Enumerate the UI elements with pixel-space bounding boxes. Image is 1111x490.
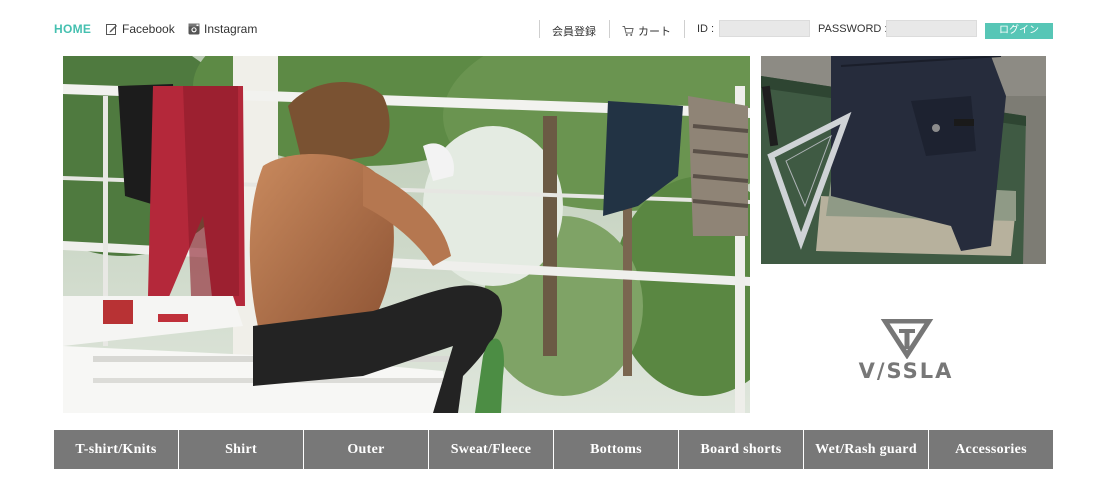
category-outer[interactable]: Outer	[304, 430, 429, 469]
password-input[interactable]	[886, 20, 977, 37]
divider	[609, 20, 610, 38]
category-shirt[interactable]: Shirt	[179, 430, 304, 469]
password-label: PASSWORD :	[818, 23, 888, 35]
id-input[interactable]	[719, 20, 810, 37]
divider	[539, 20, 540, 38]
category-sweat-fleece[interactable]: Sweat/Fleece	[429, 430, 554, 469]
divider	[684, 20, 685, 38]
category-tshirt-knits[interactable]: T-shirt/Knits	[54, 430, 179, 469]
home-link[interactable]: HOME	[54, 22, 91, 36]
facebook-label: Facebook	[122, 22, 175, 36]
category-board-shorts[interactable]: Board shorts	[679, 430, 804, 469]
category-accessories[interactable]: Accessories	[929, 430, 1053, 469]
cart-label: カート	[638, 26, 671, 38]
instagram-icon	[188, 23, 200, 35]
instagram-link[interactable]: Instagram	[188, 22, 257, 36]
facebook-link[interactable]: Facebook	[106, 22, 175, 36]
category-nav: T-shirt/Knits Shirt Outer Sweat/Fleece B…	[54, 430, 1053, 469]
category-wet-rash-guard[interactable]: Wet/Rash guard	[804, 430, 929, 469]
product-image	[761, 56, 1046, 264]
hero-image	[63, 56, 750, 413]
login-button[interactable]: ログイン	[985, 23, 1053, 39]
product-photo	[761, 56, 1046, 264]
edit-icon	[106, 24, 117, 35]
instagram-label: Instagram	[204, 22, 258, 36]
id-label: ID :	[697, 23, 715, 35]
cart-link[interactable]: カート	[622, 23, 671, 39]
register-link[interactable]: 会員登録	[552, 23, 596, 39]
brand-logo: V/SSLA	[853, 318, 963, 389]
brand-name: V/SSLA	[858, 359, 954, 383]
category-bottoms[interactable]: Bottoms	[554, 430, 679, 469]
top-bar: HOME Facebook Instagram 会員登録 カート ID : PA…	[0, 0, 1111, 56]
hero-photo	[63, 56, 750, 413]
vissla-logo-icon	[880, 318, 934, 360]
cart-icon	[622, 26, 634, 36]
